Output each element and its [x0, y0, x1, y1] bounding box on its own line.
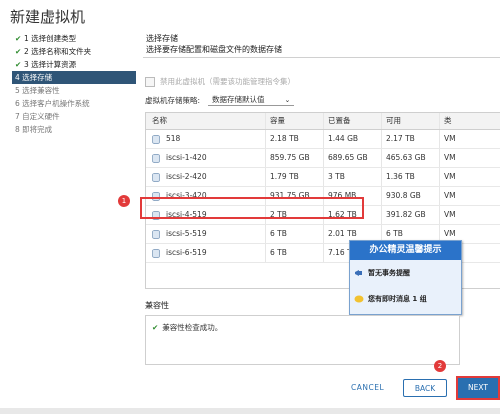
compatibility-box: ✔ 兼容性检查成功。 [145, 315, 460, 365]
type-cell: VM [444, 191, 456, 200]
storage-policy-select[interactable]: 数据存储默认值 ⌄ [208, 94, 295, 106]
step-label: 8 即将完成 [15, 125, 53, 134]
type-cell: VM [444, 134, 456, 143]
disable-sdrs-option: 禁用此虚拟机（需要该功能管理指令集） [145, 76, 295, 87]
back-button[interactable]: BACK [403, 379, 447, 397]
section-subtitle: 选择要存储配置和磁盘文件的数据存储 [146, 45, 282, 54]
free-cell: 2.17 TB [382, 130, 440, 148]
wizard-steps: ✔ 1 选择创建类型 ✔ 2 选择名称和文件夹 ✔ 3 选择计算资源 4 选择存储 5… [12, 32, 136, 136]
storage-policy-label: 虚拟机存储策略: [145, 95, 201, 105]
col-name-header[interactable]: 名称 [146, 113, 266, 129]
type-cell: VM [444, 210, 456, 219]
datastore-name: iscsi-5-519 [166, 229, 207, 238]
check-icon: ✔ [15, 34, 22, 43]
popup-message-row: 您有即时消息 1 组 [350, 286, 461, 312]
step-label: 7 自定义硬件 [15, 112, 60, 121]
provisioned-cell: 3 TB [324, 168, 382, 186]
step-label: 4 选择存储 [15, 73, 53, 82]
annotation-badge-1: 1 [118, 195, 130, 207]
step-3[interactable]: ✔ 3 选择计算资源 [12, 58, 136, 71]
datastore-icon [152, 172, 160, 182]
col-type-header[interactable]: 类 [440, 113, 500, 129]
provisioned-cell: 689.65 GB [324, 149, 382, 167]
table-row[interactable]: iscsi-1-420 859.75 GB 689.65 GB 465.63 G… [146, 149, 500, 168]
step-1[interactable]: ✔ 1 选择创建类型 [12, 32, 136, 45]
table-row[interactable]: 518 2.18 TB 1.44 GB 2.17 TB VM [146, 130, 500, 149]
capacity-cell: 6 TB [266, 244, 324, 262]
step-label: 3 选择计算资源 [24, 60, 77, 69]
capacity-cell: 2.18 TB [266, 130, 324, 148]
section-title: 选择存储 [146, 34, 178, 43]
step-label: 6 选择客户机操作系统 [15, 99, 90, 108]
check-icon: ✔ [15, 47, 22, 56]
col-provisioned-header[interactable]: 已置备 [324, 113, 382, 129]
disable-sdrs-label: 禁用此虚拟机（需要该功能管理指令集） [160, 77, 295, 86]
storage-policy-value: 数据存储默认值 [212, 95, 265, 104]
step-label: 1 选择创建类型 [24, 34, 77, 43]
annotation-badge-2: 2 [434, 360, 446, 372]
step-label: 2 选择名称和文件夹 [24, 47, 92, 56]
next-button[interactable]: NEXT [456, 376, 500, 400]
notification-popup[interactable]: 办公精灵温馨提示 暂无事务提醒 您有即时消息 1 组 [349, 240, 462, 315]
step-7: 7 自定义硬件 [12, 110, 136, 123]
chevron-down-icon: ⌄ [284, 95, 291, 104]
datastore-name: iscsi-6-519 [166, 248, 207, 257]
popup-title: 办公精灵温馨提示 [350, 241, 461, 260]
col-free-header[interactable]: 可用 [382, 113, 440, 129]
popup-reminder-row: 暂无事务提醒 [350, 260, 461, 286]
free-cell: 391.82 GB [382, 206, 440, 224]
step-label: 5 选择兼容性 [15, 86, 60, 95]
free-cell: 465.63 GB [382, 149, 440, 167]
step-4[interactable]: 4 选择存储 [12, 71, 136, 84]
datastore-name: 518 [166, 134, 181, 143]
capacity-cell: 6 TB [266, 225, 324, 243]
datastore-icon [152, 229, 160, 239]
compatibility-label: 兼容性 [145, 301, 169, 310]
window-title: 新建虚拟机 [10, 8, 86, 26]
disable-sdrs-checkbox[interactable] [145, 76, 155, 87]
datastore-icon [152, 153, 160, 163]
storage-policy-row: 虚拟机存储策略: 数据存储默认值 ⌄ [145, 94, 295, 106]
megaphone-icon [355, 270, 362, 276]
provisioned-cell: 1.44 GB [324, 130, 382, 148]
step-6: 6 选择客户机操作系统 [12, 97, 136, 110]
datastore-name: iscsi-1-420 [166, 153, 207, 162]
check-icon: ✔ [152, 323, 159, 332]
compatibility-message: ✔ 兼容性检查成功。 [152, 322, 222, 333]
table-row[interactable]: iscsi-2-420 1.79 TB 3 TB 1.36 TB VM [146, 168, 500, 187]
divider [143, 57, 500, 58]
datastore-name: iscsi-2-420 [166, 172, 207, 181]
bottom-edge [0, 408, 500, 414]
type-cell: VM [444, 153, 456, 162]
message-icon [354, 295, 364, 303]
step-2[interactable]: ✔ 2 选择名称和文件夹 [12, 45, 136, 58]
type-cell: VM [444, 172, 456, 181]
popup-message-text: 您有即时消息 1 组 [368, 295, 427, 303]
free-cell: 930.8 GB [382, 187, 440, 205]
table-header: 名称 容量 已置备 可用 类 [146, 113, 500, 130]
check-icon: ✔ [15, 60, 22, 69]
free-cell: 1.36 TB [382, 168, 440, 186]
col-capacity-header[interactable]: 容量 [266, 113, 324, 129]
datastore-icon [152, 248, 160, 258]
compatibility-text: 兼容性检查成功。 [162, 323, 223, 332]
selection-highlight [140, 197, 364, 219]
step-5: 5 选择兼容性 [12, 84, 136, 97]
datastore-icon [152, 134, 160, 144]
capacity-cell: 859.75 GB [266, 149, 324, 167]
step-8: 8 即将完成 [12, 123, 136, 136]
popup-reminder-text: 暂无事务提醒 [368, 269, 410, 277]
cancel-button[interactable]: CANCEL [351, 383, 384, 392]
capacity-cell: 1.79 TB [266, 168, 324, 186]
